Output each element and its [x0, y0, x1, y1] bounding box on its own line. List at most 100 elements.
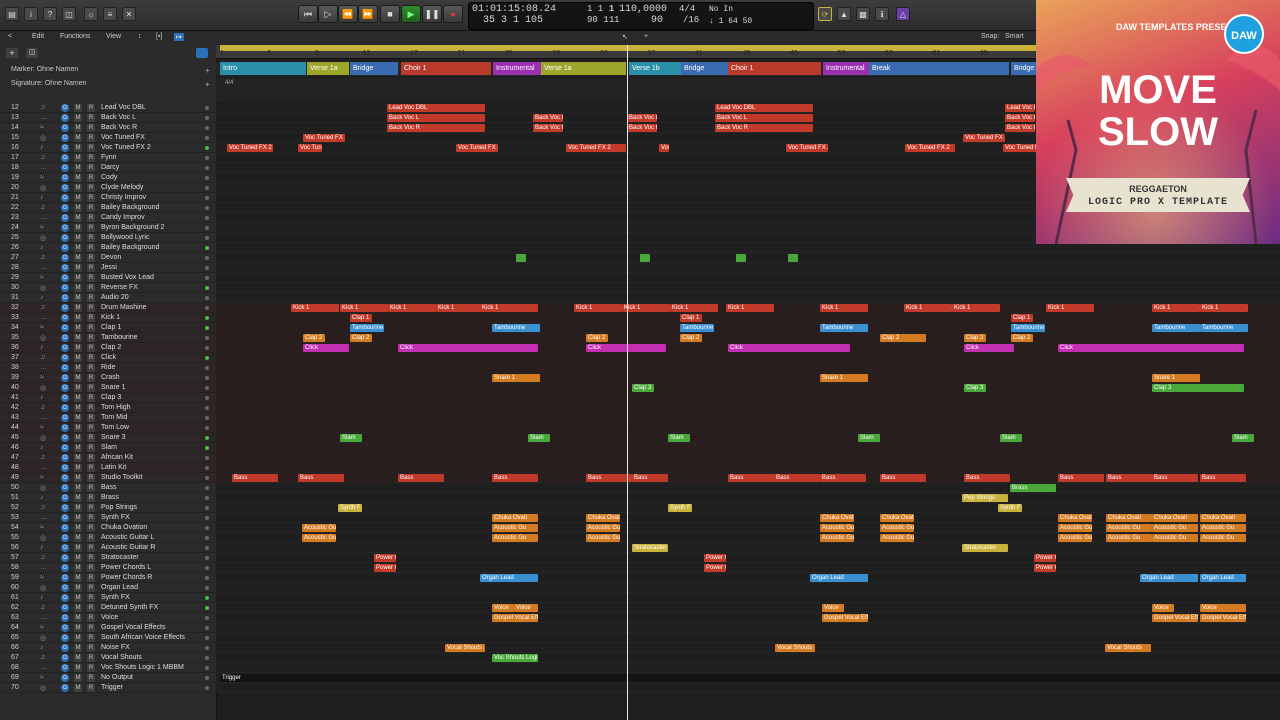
region[interactable]: Acoustic Gu [302, 524, 336, 532]
mute-button[interactable]: M [74, 114, 82, 122]
mute-button[interactable]: M [74, 614, 82, 622]
mute-button[interactable]: M [74, 514, 82, 522]
track-name[interactable]: Ride [101, 364, 115, 371]
record-enable-button[interactable]: R [87, 224, 95, 232]
region[interactable]: Voc Tuned FX 2 [456, 144, 498, 152]
region[interactable]: Bass [1106, 474, 1152, 482]
track-name[interactable]: Voc Shouts Logic 1 MBBM [101, 664, 184, 671]
region[interactable]: Back Voc L [715, 114, 813, 122]
pause-button[interactable]: ❚❚ [422, 5, 442, 23]
power-button[interactable]: ⏻ [61, 484, 69, 492]
region[interactable] [516, 254, 526, 262]
track-header[interactable]: 47 ♫ ⏻ M R African Kit [0, 453, 216, 463]
track-name[interactable]: Vocal Shouts [101, 654, 142, 661]
region[interactable]: Acoustic Gu [1200, 524, 1246, 532]
track-lane[interactable]: Gospel Vocal Eff Gospel Vocal Eff Gospel V… [216, 613, 1280, 623]
mute-button[interactable]: M [74, 414, 82, 422]
region[interactable]: Bass [728, 474, 774, 482]
track-header[interactable]: 25 ◎ ⏻ M R Bollywood Lyric [0, 233, 216, 243]
track-header[interactable]: 29 ≈ ⏻ M R Busted Vox Lead [0, 273, 216, 283]
record-enable-button[interactable]: R [87, 604, 95, 612]
mute-button[interactable]: M [74, 384, 82, 392]
region[interactable]: Acoustic Gu [1106, 534, 1152, 542]
track-header[interactable]: 20 ◎ ⏻ M R Clyde Melody [0, 183, 216, 193]
mute-button[interactable]: M [74, 134, 82, 142]
mute-button[interactable]: M [74, 574, 82, 582]
mute-button[interactable]: M [74, 274, 82, 282]
power-button[interactable]: ⏻ [61, 244, 69, 252]
region[interactable]: Back Voc L [533, 114, 563, 122]
track-header[interactable]: 64 ≈ ⏻ M R Gospel Vocal Effects [0, 623, 216, 633]
track-header[interactable]: 42 ♫ ⏻ M R Tom High [0, 403, 216, 413]
track-lane[interactable] [216, 393, 1280, 403]
region[interactable]: Voc Tuned FX [303, 134, 345, 142]
region[interactable]: Voc Shouts Logi [492, 654, 538, 662]
region[interactable]: Acoustic Gu [302, 534, 336, 542]
region[interactable]: Slam [528, 434, 550, 442]
power-button[interactable]: ⏻ [61, 134, 69, 142]
mute-button[interactable]: M [74, 194, 82, 202]
region[interactable]: Lead Voc DBL [715, 104, 813, 112]
region[interactable]: Kick 1 [480, 304, 538, 312]
record-enable-button[interactable]: R [87, 244, 95, 252]
record-enable-button[interactable]: R [87, 464, 95, 472]
marker-2[interactable]: Bridge [350, 62, 398, 75]
mute-button[interactable]: M [74, 204, 82, 212]
track-name[interactable]: Voc Tuned FX 2 [101, 144, 151, 151]
region[interactable]: Kick 1 [670, 304, 718, 312]
track-header[interactable]: 13 … ⏻ M R Back Voc L [0, 113, 216, 123]
region[interactable]: Acoustic Gu [880, 534, 914, 542]
record-enable-button[interactable]: R [87, 594, 95, 602]
region[interactable] [788, 254, 798, 262]
record-enable-button[interactable]: R [87, 644, 95, 652]
region[interactable] [736, 254, 746, 262]
track-header[interactable]: 14 ≈ ⏻ M R Back Voc R [0, 123, 216, 133]
power-button[interactable]: ⏻ [61, 414, 69, 422]
region[interactable]: Bass [398, 474, 444, 482]
marker-1[interactable]: Verse 1a [307, 62, 349, 75]
region[interactable]: Acoustic Gu [1058, 524, 1092, 532]
track-header[interactable]: 52 ♫ ⏻ M R Pop Strings [0, 503, 216, 513]
record-enable-button[interactable]: R [87, 554, 95, 562]
region[interactable]: Bass [820, 474, 866, 482]
region[interactable]: Lead Voc DBL [387, 104, 485, 112]
region[interactable]: Stratocaster [632, 544, 668, 552]
track-lane[interactable]: Bass Bass Bass Bass Bass Bass Bass Bass Bass Bass… [216, 473, 1280, 483]
track-name[interactable]: Stratocaster [101, 554, 139, 561]
track-lane[interactable] [216, 423, 1280, 433]
region[interactable]: Clap 3 [964, 384, 986, 392]
power-button[interactable]: ⏻ [61, 344, 69, 352]
record-enable-button[interactable]: R [87, 144, 95, 152]
region[interactable]: Bass [586, 474, 632, 482]
region[interactable]: Gospel Vocal Eff [492, 614, 538, 622]
record-enable-button[interactable]: R [87, 544, 95, 552]
record-enable-button[interactable]: R [87, 104, 95, 112]
track-name[interactable]: Brass [101, 494, 119, 501]
region[interactable]: Back Voc L [387, 114, 485, 122]
flex-icon[interactable]: [▪] [156, 33, 162, 40]
region[interactable]: Snare 1 [1152, 374, 1200, 382]
track-name[interactable]: Pop Strings [101, 504, 137, 511]
marker-10[interactable]: Break [869, 62, 1009, 75]
toolbar-icon[interactable]: ◫ [62, 7, 76, 21]
power-button[interactable]: ⏻ [61, 474, 69, 482]
record-enable-button[interactable]: R [87, 404, 95, 412]
mute-button[interactable]: M [74, 484, 82, 492]
region[interactable]: Voice [492, 604, 514, 612]
record-enable-button[interactable]: R [87, 134, 95, 142]
record-enable-button[interactable]: R [87, 174, 95, 182]
go-to-start-icon[interactable]: ⏮ [298, 5, 318, 23]
power-button[interactable]: ⏻ [61, 104, 69, 112]
track-lane[interactable]: Clap 2 Clap 2 Clap 2 Clap 2 Clap 2 Clap 2 Clap… [216, 333, 1280, 343]
region[interactable]: Clap 1 [1011, 314, 1033, 322]
arrow-icon[interactable]: < [8, 33, 12, 40]
track-header[interactable]: 39 ≈ ⏻ M R Crash [0, 373, 216, 383]
record-button[interactable]: ● [443, 5, 463, 23]
mute-button[interactable]: M [74, 584, 82, 592]
region[interactable]: Clap 1 [680, 314, 702, 322]
replace-icon[interactable]: ▩ [856, 7, 870, 21]
track-header[interactable]: 40 ◎ ⏻ M R Snare 1 [0, 383, 216, 393]
region[interactable]: Kick 1 [1152, 304, 1200, 312]
track-header[interactable]: 51 ♪ ⏻ M R Brass [0, 493, 216, 503]
mute-button[interactable]: M [74, 434, 82, 442]
